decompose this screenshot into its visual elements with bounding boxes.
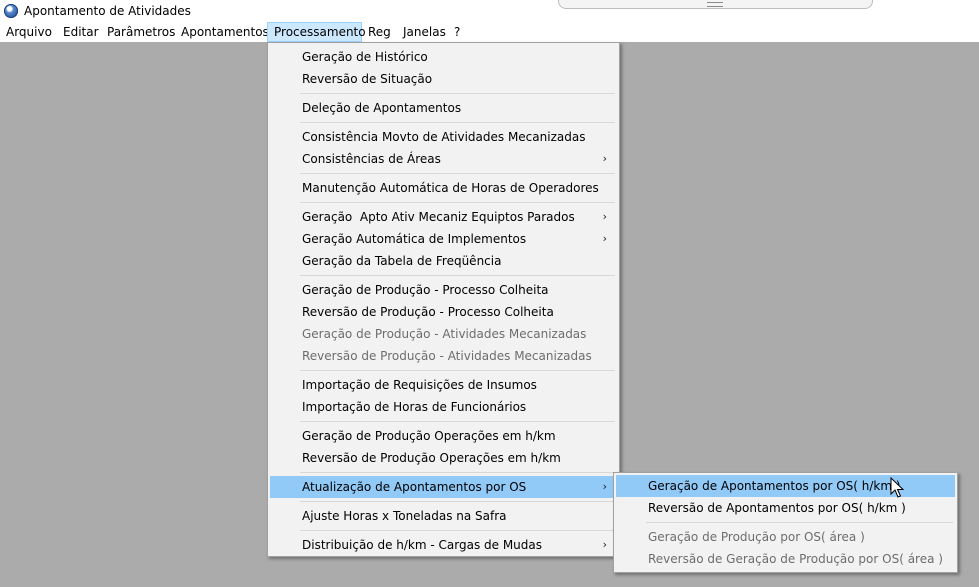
menu-separator [300, 530, 615, 531]
menu-item-reversao-producao-mecanizadas: Reversão de Produção - Atividades Mecani… [270, 345, 617, 367]
mouse-pointer-icon [890, 477, 904, 498]
menu-item-label: Geração da Tabela de Freqüência [302, 254, 502, 268]
submenu-item-reversao-geracao-producao-area: Reversão de Geração de Produção por OS( … [616, 548, 955, 570]
menu-item-consistencia-movto[interactable]: Consistência Movto de Atividades Mecaniz… [270, 126, 617, 148]
menu-arquivo[interactable]: Arquivo [0, 22, 58, 42]
menu-item-geracao-implementos[interactable]: Geração Automática de Implementos › [270, 228, 617, 250]
menu-separator [300, 202, 615, 203]
pull-down-handle[interactable] [558, 0, 873, 9]
menu-separator [300, 275, 615, 276]
menu-item-distribuicao-hkm-mudas[interactable]: Distribuição de h/km - Cargas de Mudas › [270, 534, 617, 556]
menu-item-label: Atualização de Apontamentos por OS [302, 480, 527, 494]
menu-item-geracao-tabela-frequencia[interactable]: Geração da Tabela de Freqüência [270, 250, 617, 272]
menu-item-label: Geração de Produção - Atividades Mecaniz… [302, 327, 587, 341]
atualizacao-submenu: Geração de Apontamentos por OS( h/km ) R… [613, 472, 958, 573]
chevron-right-icon: › [602, 538, 607, 551]
menu-item-delecao-apontamentos[interactable]: Deleção de Apontamentos [270, 97, 617, 119]
menu-item-label: Reversão de Produção Operações em h/km [302, 451, 561, 465]
processamento-dropdown: Geração de Histórico Reversão de Situaçã… [267, 42, 620, 557]
menu-item-label: Reversão de Produção - Atividades Mecani… [302, 349, 592, 363]
menu-item-label: Reversão de Apontamentos por OS( h/km ) [648, 501, 906, 515]
menu-item-geracao-historico[interactable]: Geração de Histórico [270, 46, 617, 68]
menu-apontamentos[interactable]: Apontamentos [175, 22, 275, 42]
menu-item-geracao-producao-mecanizadas: Geração de Produção - Atividades Mecaniz… [270, 323, 617, 345]
menu-item-label: Importação de Horas de Funcionários [302, 400, 527, 414]
menu-item-atualizacao-apontamentos-os[interactable]: Atualização de Apontamentos por OS › [270, 476, 617, 498]
menu-separator [300, 122, 615, 123]
grip-icon [707, 2, 723, 7]
app-globe-icon[interactable] [4, 4, 18, 18]
menu-separator [300, 501, 615, 502]
menu-item-label: Distribuição de h/km - Cargas de Mudas [302, 538, 543, 552]
menu-item-importacao-requisicoes[interactable]: Importação de Requisições de Insumos [270, 374, 617, 396]
chevron-right-icon: › [602, 232, 607, 245]
menu-item-label: Geração de Apontamentos por OS( h/km ) [648, 479, 901, 493]
chevron-right-icon: › [602, 152, 607, 165]
submenu-item-geracao-apontamentos-os[interactable]: Geração de Apontamentos por OS( h/km ) [616, 475, 955, 497]
menu-separator [646, 522, 953, 523]
menu-item-reversao-producao-hkm[interactable]: Reversão de Produção Operações em h/km [270, 447, 617, 469]
submenu-item-reversao-apontamentos-os[interactable]: Reversão de Apontamentos por OS( h/km ) [616, 497, 955, 519]
menu-reg[interactable]: Reg [362, 22, 397, 42]
menu-item-importacao-horas[interactable]: Importação de Horas de Funcionários [270, 396, 617, 418]
window-title: Apontamento de Atividades [24, 4, 191, 18]
menu-item-label: Reversão de Situação [302, 72, 433, 86]
menu-item-label: Geração de Histórico [302, 50, 428, 64]
menu-item-label: Importação de Requisições de Insumos [302, 378, 537, 392]
menu-item-geracao-apto-ativ[interactable]: Geração Apto Ativ Mecaniz Equiptos Parad… [270, 206, 617, 228]
menu-item-label: Deleção de Apontamentos [302, 101, 462, 115]
submenu-item-geracao-producao-area: Geração de Produção por OS( área ) [616, 526, 955, 548]
menu-item-label: Manutenção Automática de Horas de Operad… [302, 181, 599, 195]
menu-item-label: Geração Automática de Implementos [302, 232, 527, 246]
menu-item-geracao-producao-colheita[interactable]: Geração de Produção - Processo Colheita [270, 279, 617, 301]
menu-item-label: Geração de Produção - Processo Colheita [302, 283, 549, 297]
menu-separator [300, 93, 615, 94]
menu-item-label: Consistência Movto de Atividades Mecaniz… [302, 130, 586, 144]
menu-item-manutencao-horas[interactable]: Manutenção Automática de Horas de Operad… [270, 177, 617, 199]
menu-separator [300, 173, 615, 174]
menu-processamento[interactable]: Processamento [267, 22, 366, 42]
menu-editar[interactable]: Editar [57, 22, 105, 42]
menu-item-ajuste-horas-toneladas[interactable]: Ajuste Horas x Toneladas na Safra [270, 505, 617, 527]
menu-item-label: Reversão de Produção - Processo Colheita [302, 305, 554, 319]
menu-item-reversao-situacao[interactable]: Reversão de Situação [270, 68, 617, 90]
menu-separator [300, 421, 615, 422]
title-bar: Apontamento de Atividades [0, 0, 979, 22]
menu-item-label: Geração Apto Ativ Mecaniz Equiptos Parad… [302, 210, 575, 224]
menu-item-label: Reversão de Geração de Produção por OS( … [648, 552, 943, 566]
menu-janelas[interactable]: Janelas [397, 22, 452, 42]
chevron-right-icon: › [602, 210, 607, 223]
menu-help[interactable]: ? [448, 22, 466, 42]
menu-item-consistencias-areas[interactable]: Consistências de Áreas › [270, 148, 617, 170]
menu-item-reversao-producao-colheita[interactable]: Reversão de Produção - Processo Colheita [270, 301, 617, 323]
menu-bar: Arquivo Editar Parâmetros Apontamentos P… [0, 22, 979, 42]
menu-separator [300, 472, 615, 473]
chevron-right-icon: › [602, 480, 607, 493]
menu-item-label: Geração de Produção Operações em h/km [302, 429, 556, 443]
menu-item-label: Ajuste Horas x Toneladas na Safra [302, 509, 507, 523]
menu-item-geracao-producao-hkm[interactable]: Geração de Produção Operações em h/km [270, 425, 617, 447]
menu-item-label: Geração de Produção por OS( área ) [648, 530, 865, 544]
menu-parametros[interactable]: Parâmetros [101, 22, 181, 42]
menu-item-label: Consistências de Áreas [302, 152, 441, 166]
menu-separator [300, 370, 615, 371]
